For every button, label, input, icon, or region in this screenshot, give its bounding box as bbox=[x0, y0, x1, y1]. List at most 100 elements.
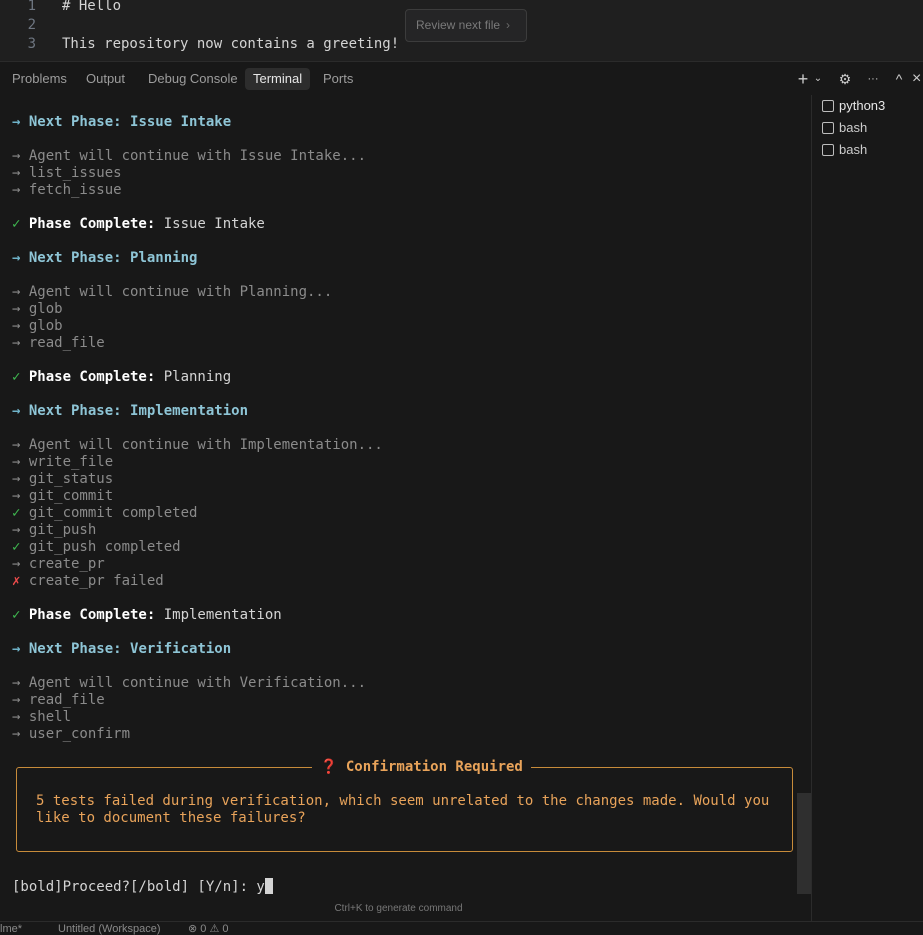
tab-ports[interactable]: Ports bbox=[315, 68, 361, 90]
arrow-icon: → bbox=[12, 556, 29, 572]
check-icon: ✓ bbox=[12, 505, 29, 521]
terminal-icon bbox=[822, 144, 834, 156]
panel-tab-bar: Problems Output Debug Console Terminal P… bbox=[0, 61, 923, 95]
tab-output[interactable]: Output bbox=[78, 68, 133, 90]
line-number: 2 bbox=[27, 17, 36, 33]
terminal-line: ✓ git_commit completed bbox=[12, 505, 197, 522]
check-icon: ✓ bbox=[12, 216, 29, 232]
chevron-right-icon: › bbox=[506, 18, 511, 32]
arrow-icon: → bbox=[12, 250, 29, 266]
prompt-text: [bold]Proceed?[/bold] [Y/n]: y bbox=[12, 879, 265, 895]
terminal-line: → write_file bbox=[12, 454, 113, 471]
editor-area[interactable]: 1 # Hello 2 3 This repository now contains… bbox=[0, 0, 923, 61]
editor-line[interactable]: 1 # Hello bbox=[0, 0, 121, 16]
tab-problems[interactable]: Problems bbox=[4, 68, 75, 90]
terminal-item-bash[interactable]: bash bbox=[822, 119, 867, 137]
arrow-icon: → bbox=[12, 114, 29, 130]
chevron-down-icon[interactable]: ⌄ bbox=[813, 68, 823, 90]
line-value: Planning bbox=[163, 369, 232, 385]
editor-line[interactable]: 3 This repository now contains a greeting… bbox=[0, 35, 400, 54]
line-text: Agent will continue with Planning... bbox=[28, 284, 333, 300]
line-text: list_issues bbox=[28, 165, 122, 181]
terminal-line: ✓ Phase Complete: Implementation bbox=[12, 607, 282, 624]
terminal-line: → Agent will continue with Verification.… bbox=[12, 675, 366, 692]
terminal-item-label: python3 bbox=[839, 98, 886, 113]
terminal-line: → Next Phase: Implementation bbox=[12, 403, 248, 420]
line-text: shell bbox=[28, 709, 72, 725]
terminal-icon bbox=[822, 122, 834, 134]
close-icon[interactable]: × bbox=[912, 68, 923, 90]
line-value: Issue Intake bbox=[163, 216, 265, 232]
terminal-line: → user_confirm bbox=[12, 726, 130, 743]
terminal-line: → fetch_issue bbox=[12, 182, 122, 199]
line-label: Phase Complete: bbox=[28, 216, 164, 232]
terminal-item-bash[interactable]: bash bbox=[822, 141, 867, 159]
review-button-label: Review next file bbox=[416, 18, 501, 32]
line-text: # Hello bbox=[62, 0, 122, 14]
add-terminal-icon[interactable]: + bbox=[795, 68, 811, 90]
arrow-icon: → bbox=[12, 301, 29, 317]
line-label: Next Phase: bbox=[28, 403, 131, 419]
line-value: Planning bbox=[130, 250, 198, 266]
terminal-line: → read_file bbox=[12, 335, 105, 352]
arrow-icon: → bbox=[12, 522, 29, 538]
confirmation-message: 5 tests failed during verification, whic… bbox=[36, 793, 770, 826]
terminal-icon bbox=[822, 100, 834, 112]
editor-line[interactable]: 2 bbox=[0, 16, 62, 35]
terminal-item-python3[interactable]: python3 bbox=[822, 97, 885, 115]
line-text: read_file bbox=[28, 335, 105, 351]
status-problems[interactable]: ⊗ 0 ⚠ 0 bbox=[188, 923, 228, 935]
line-text: glob bbox=[28, 318, 63, 334]
terminal-line: ✓ Phase Complete: Issue Intake bbox=[12, 216, 265, 233]
gear-icon[interactable]: ⚙ bbox=[836, 68, 854, 90]
review-next-file-button[interactable]: Review next file › bbox=[405, 9, 527, 42]
line-label: Phase Complete: bbox=[28, 369, 164, 385]
arrow-icon: → bbox=[12, 437, 29, 453]
arrow-icon: → bbox=[12, 318, 29, 334]
terminal-line: → Agent will continue with Issue Intake.… bbox=[12, 148, 366, 165]
tab-debug-console[interactable]: Debug Console bbox=[140, 68, 246, 90]
text-cursor bbox=[264, 878, 273, 894]
status-branch[interactable]: lme* bbox=[0, 923, 22, 935]
check-icon: ✓ bbox=[12, 539, 29, 555]
cross-icon: ✗ bbox=[12, 573, 29, 589]
status-workspace[interactable]: Untitled (Workspace) bbox=[58, 923, 161, 935]
line-value: Verification bbox=[130, 641, 232, 657]
line-value: Implementation bbox=[130, 403, 249, 419]
line-text: create_pr bbox=[28, 556, 105, 572]
arrow-icon: → bbox=[12, 675, 29, 691]
terminal-line: → glob bbox=[12, 318, 63, 335]
terminal-line: → git_status bbox=[12, 471, 113, 488]
line-label: Phase Complete: bbox=[28, 607, 164, 623]
terminal-line: → shell bbox=[12, 709, 71, 726]
check-icon: ✓ bbox=[12, 607, 29, 623]
more-icon[interactable]: ··· bbox=[863, 68, 883, 90]
line-text: Agent will continue with Implementation.… bbox=[28, 437, 383, 453]
line-label: Next Phase: bbox=[28, 250, 131, 266]
terminal-line: → Next Phase: Verification bbox=[12, 641, 231, 658]
terminal-line: → git_commit bbox=[12, 488, 113, 505]
check-icon: ✓ bbox=[12, 369, 29, 385]
arrow-icon: → bbox=[12, 335, 29, 351]
scrollbar-thumb[interactable] bbox=[797, 793, 811, 894]
tab-terminal[interactable]: Terminal bbox=[245, 68, 311, 90]
arrow-icon: → bbox=[12, 726, 29, 742]
line-text: git_status bbox=[28, 471, 114, 487]
terminal-line: → Agent will continue with Implementatio… bbox=[12, 437, 383, 454]
line-number: 1 bbox=[27, 0, 36, 14]
confirmation-title: ❓ Confirmation Required bbox=[312, 758, 531, 776]
terminal-output[interactable]: → Next Phase: Issue Intake → Agent will … bbox=[0, 95, 797, 921]
arrow-icon: → bbox=[12, 454, 29, 470]
maximize-icon[interactable]: ^ bbox=[891, 68, 907, 90]
terminal-line: → Agent will continue with Planning... bbox=[12, 284, 332, 301]
line-label: Next Phase: bbox=[28, 114, 131, 130]
line-number: 3 bbox=[27, 36, 36, 52]
confirmation-panel: ❓ Confirmation Required 5 tests failed d… bbox=[16, 758, 793, 852]
terminal-line: → Next Phase: Issue Intake bbox=[12, 114, 231, 131]
terminal-prompt-input[interactable]: [bold]Proceed?[/bold] [Y/n]: y bbox=[12, 878, 273, 896]
line-value: Issue Intake bbox=[130, 114, 232, 130]
arrow-icon: → bbox=[12, 488, 29, 504]
terminal-item-label: bash bbox=[839, 142, 868, 157]
terminal-line: → read_file bbox=[12, 692, 105, 709]
arrow-icon: → bbox=[12, 148, 29, 164]
